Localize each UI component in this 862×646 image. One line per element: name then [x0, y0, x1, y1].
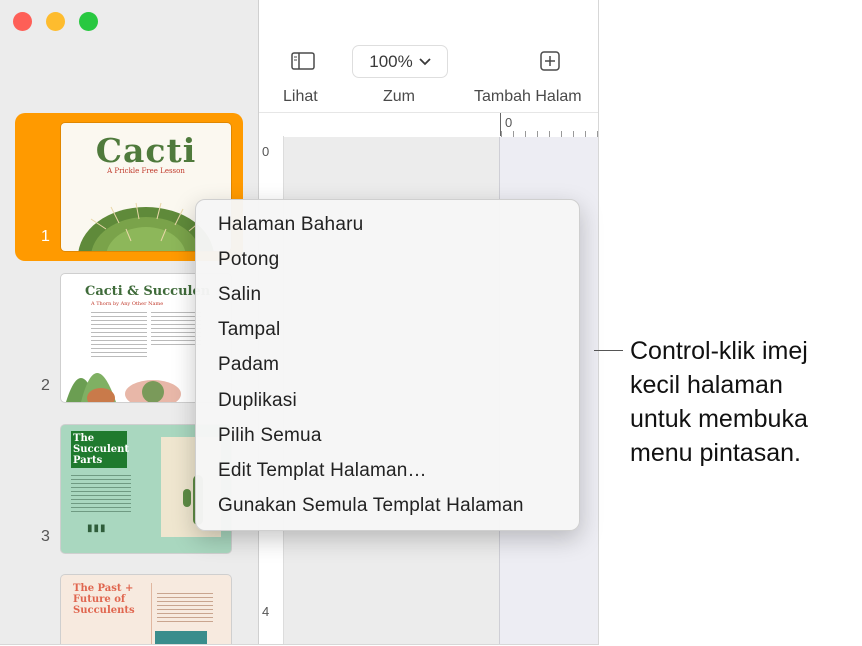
thumb-subtitle: A Thorn by Any Other Name — [91, 301, 164, 307]
chevron-down-icon — [419, 57, 431, 65]
menu-item-reapply-page-template[interactable]: Gunakan Semula Templat Halaman — [218, 495, 524, 517]
page-thumbnail-4[interactable]: The Past + Future of Succulents — [61, 575, 231, 644]
minimize-window-button[interactable] — [46, 12, 65, 31]
menu-item-copy[interactable]: Salin — [218, 284, 261, 306]
callout-line-3: untuk membuka — [630, 405, 808, 433]
zoom-value: 100% — [369, 51, 413, 71]
page-number-3: 3 — [41, 528, 50, 545]
menu-item-paste[interactable]: Tampal — [218, 319, 280, 341]
thumb-text-block — [157, 593, 213, 623]
thumb-image — [155, 631, 207, 644]
cactus-icons: ▮▮▮ — [87, 523, 107, 534]
page-number-1: 1 — [41, 228, 50, 245]
thumb-subtitle: A Prickle Free Lesson — [107, 167, 185, 175]
callout-line-1: Control-klik imej — [630, 337, 808, 365]
thumb-divider — [151, 583, 152, 644]
add-page-icon — [540, 51, 560, 71]
view-label: Lihat — [283, 88, 318, 105]
zoom-popup-button[interactable]: 100% — [352, 45, 448, 78]
shortcut-menu: Halaman Baharu Potong Salin Tampal Padam… — [195, 199, 580, 531]
close-window-button[interactable] — [13, 12, 32, 31]
thumb-title: The Past + Future of Succulents — [73, 583, 135, 616]
sidebar-icon — [291, 52, 315, 70]
add-page-label: Tambah Halam — [474, 88, 582, 105]
thumb-text-block — [71, 475, 131, 515]
thumb-title: The Succulent Parts — [71, 431, 129, 468]
thumb-title: Cacti & Succulen — [85, 284, 211, 299]
callout-leader-line — [594, 350, 623, 351]
zoom-window-button[interactable] — [79, 12, 98, 31]
toolbar: Lihat 100% Zum Tambah Halam — [259, 0, 598, 112]
ruler-label: 0 — [262, 144, 270, 159]
ruler-label: 0 — [505, 115, 513, 130]
thumb-title: Cacti — [95, 131, 197, 170]
callout-line-2: kecil halaman — [630, 371, 783, 399]
menu-item-edit-page-template[interactable]: Edit Templat Halaman… — [218, 460, 427, 482]
ruler-label: 4 — [262, 604, 270, 619]
menu-item-delete[interactable]: Padam — [218, 354, 279, 376]
page-number-2: 2 — [41, 377, 50, 394]
menu-item-cut[interactable]: Potong — [218, 249, 279, 271]
menu-item-new-page[interactable]: Halaman Baharu — [218, 214, 363, 236]
menu-item-select-all[interactable]: Pilih Semua — [218, 425, 322, 447]
add-page-button[interactable] — [539, 44, 561, 78]
zoom-label: Zum — [383, 88, 415, 105]
callout-text: Control-klik imej kecil halaman untuk me… — [630, 334, 808, 470]
menu-item-duplicate[interactable]: Duplikasi — [218, 390, 297, 412]
horizontal-ruler[interactable]: 0 — [259, 112, 598, 138]
view-button[interactable] — [289, 44, 317, 78]
callout-line-4: menu pintasan. — [630, 439, 801, 467]
